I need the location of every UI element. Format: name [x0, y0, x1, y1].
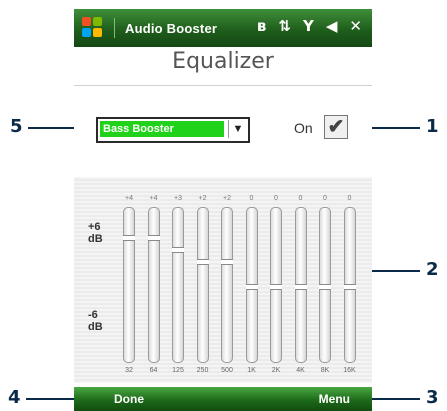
db-max-unit: dB [88, 233, 103, 245]
heading-divider [74, 85, 372, 86]
eq-slider-track[interactable] [319, 207, 331, 363]
eq-slider-knob[interactable] [172, 247, 184, 253]
close-icon[interactable]: ✕ [349, 17, 362, 35]
page-title: Equalizer [172, 49, 274, 74]
signal-antenna-icon[interactable]: ⇅ [278, 17, 291, 35]
eq-slider-4k[interactable]: 0 4K [294, 195, 308, 385]
on-label: On [294, 120, 313, 136]
db-max-label: +6 dB [88, 221, 103, 245]
eq-slider-track[interactable] [245, 207, 258, 363]
db-min-value: -6 [88, 309, 98, 321]
title-separator [114, 18, 115, 38]
device-screen: Audio Booster ʙ ⇅ Y ◀ ✕ Equalizer Bass B… [74, 9, 372, 411]
eq-gain-label: 0 [274, 195, 278, 202]
eq-gain-label: 0 [249, 195, 254, 202]
eq-slider-8k[interactable]: 0 8K [318, 195, 332, 385]
app-title: Audio Booster [125, 20, 218, 36]
preset-dropdown[interactable]: Bass Booster ▼ [96, 117, 250, 143]
eq-slider-knob[interactable] [147, 235, 160, 241]
eq-slider-track[interactable] [172, 207, 184, 363]
eq-slider-knob[interactable] [123, 235, 135, 241]
eq-slider-knob[interactable] [245, 284, 258, 290]
eq-slider-knob[interactable] [196, 259, 209, 265]
softkey-bar: Done Menu [74, 387, 372, 411]
eq-slider-track[interactable] [343, 207, 356, 363]
eq-slider-track[interactable] [123, 207, 135, 363]
eq-gain-label: 0 [323, 195, 327, 202]
db-min-label: -6 dB [88, 309, 103, 333]
eq-gain-label: +4 [125, 195, 133, 202]
eq-slider-track[interactable] [196, 207, 209, 363]
speaker-volume-icon[interactable]: ◀ [326, 17, 338, 35]
callout-number-5: 5 [10, 116, 23, 137]
status-icons: ʙ ⇅ Y ◀ ✕ [257, 17, 362, 35]
windows-start-icon[interactable] [82, 17, 104, 39]
db-max-value: +6 [88, 221, 101, 233]
eq-gain-label: +2 [223, 195, 231, 202]
callout-number-4: 4 [8, 387, 21, 408]
db-min-unit: dB [88, 321, 103, 333]
eq-gain-label: +2 [198, 195, 207, 202]
callout-number-3: 3 [426, 387, 439, 408]
eq-slider-16k[interactable]: 0 16K [343, 195, 357, 385]
eq-frequency-label: 16K [343, 367, 356, 374]
eq-slider-track[interactable] [294, 207, 307, 363]
eq-gain-label: 0 [347, 195, 352, 202]
callout-number-2: 2 [426, 259, 439, 280]
eq-gain-label: +4 [149, 195, 158, 202]
eq-slider-250[interactable]: +2 250 [196, 195, 210, 385]
eq-slider-track[interactable] [270, 207, 282, 363]
eq-gain-label: 0 [298, 195, 303, 202]
eq-slider-knob[interactable] [221, 259, 233, 265]
on-checkbox[interactable]: ✔ [324, 115, 348, 139]
done-softkey[interactable]: Done [114, 392, 144, 406]
title-bar: Audio Booster ʙ ⇅ Y ◀ ✕ [74, 9, 372, 47]
eq-gain-label: +3 [174, 195, 182, 202]
bluetooth-icon[interactable]: ʙ [257, 17, 267, 35]
eq-slider-track[interactable] [221, 207, 233, 363]
eq-slider-500[interactable]: +2 500 [220, 195, 234, 385]
eq-slider-knob[interactable] [270, 284, 282, 290]
eq-slider-2k[interactable]: 0 2K [269, 195, 283, 385]
eq-slider-64[interactable]: +4 64 [147, 195, 161, 385]
preset-selected-value: Bass Booster [100, 121, 224, 137]
chevron-down-icon[interactable]: ▼ [228, 120, 247, 138]
signal-strength-icon[interactable]: Y [303, 17, 314, 35]
eq-slider-knob[interactable] [319, 284, 331, 290]
callout-number-1: 1 [426, 116, 439, 137]
menu-softkey[interactable]: Menu [319, 392, 350, 406]
eq-slider-track[interactable] [147, 207, 160, 363]
eq-slider-32[interactable]: +4 32 [122, 195, 136, 385]
eq-slider-1k[interactable]: 0 1K [245, 195, 259, 385]
eq-slider-125[interactable]: +3 125 [171, 195, 185, 385]
equalizer-panel: +6 dB -6 dB +4 32 +4 64 +3 125 +2 250 +2 500 0 1K 0 2… [74, 177, 372, 383]
eq-slider-knob[interactable] [343, 284, 356, 290]
eq-slider-knob[interactable] [294, 284, 307, 290]
